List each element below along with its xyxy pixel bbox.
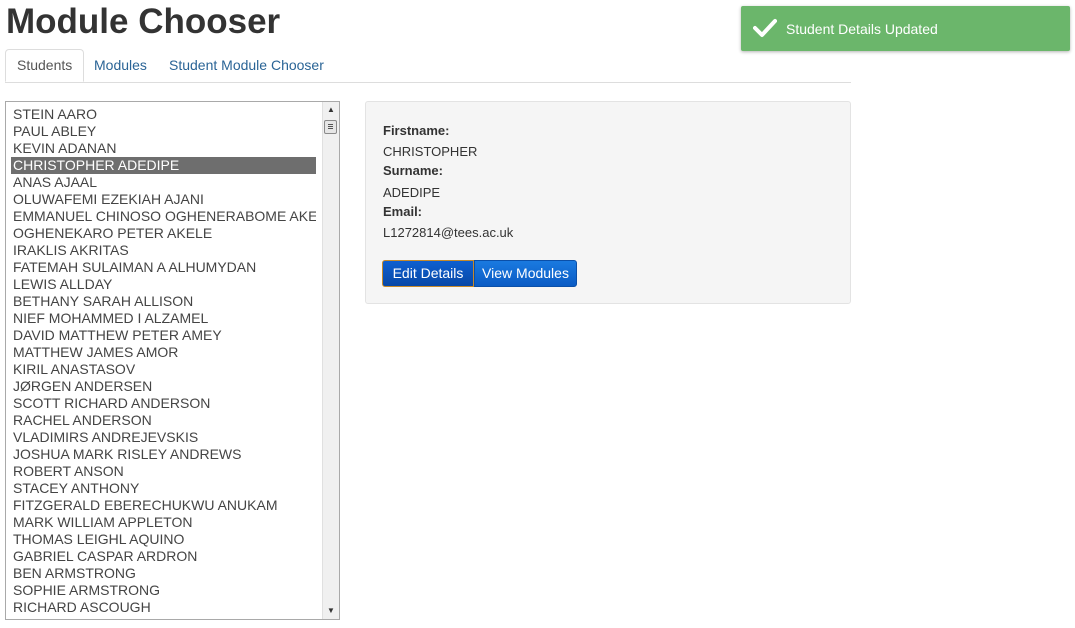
student-list-item[interactable]: NIEF MOHAMMED I ALZAMEL <box>11 310 316 327</box>
view-modules-button[interactable]: View Modules <box>474 260 577 287</box>
student-list-item[interactable]: STACEY ANTHONY <box>11 480 316 497</box>
student-list-item[interactable]: PAUL ABLEY <box>11 123 316 140</box>
student-list-item[interactable]: ANAS AJAAL <box>11 174 316 191</box>
tab-student-module-chooser[interactable]: Student Module Chooser <box>158 49 335 82</box>
check-icon <box>753 19 777 37</box>
student-list-item[interactable]: CHRISTOPHER ADEDIPE <box>11 157 316 174</box>
student-list-item[interactable]: MATTHEW JAMES AMOR <box>11 344 316 361</box>
firstname-label: Firstname: <box>383 123 450 138</box>
tab-modules[interactable]: Modules <box>83 49 158 82</box>
student-listbox[interactable]: STEIN AARO PAUL ABLEY KEVIN ADANAN CHRISTOP… <box>5 101 340 620</box>
page-title: Module Chooser <box>6 2 281 41</box>
email-value: L1272814@tees.ac.uk <box>383 225 514 240</box>
surname-label: Surname: <box>383 163 443 178</box>
student-list-item[interactable]: FITZGERALD EBERECHUKWU ANUKAM <box>11 497 316 514</box>
student-list-item[interactable]: FATEMAH SULAIMAN A ALHUMYDAN <box>11 259 316 276</box>
student-list-item[interactable]: MARK WILLIAM APPLETON <box>11 514 316 531</box>
tab-bar: Students Modules Student Module Chooser <box>5 49 851 83</box>
firstname-value: CHRISTOPHER <box>383 144 478 159</box>
student-list-item[interactable]: BEN ARMSTRONG <box>11 565 316 582</box>
student-list-item[interactable]: THOMAS LEIGHL AQUINO <box>11 531 316 548</box>
student-list-item[interactable]: STEIN AARO <box>11 106 316 123</box>
student-list-item[interactable]: RACHEL ANDERSON <box>11 412 316 429</box>
success-toast[interactable]: Student Details Updated <box>741 6 1070 51</box>
email-label: Email: <box>383 204 423 219</box>
student-list-item[interactable]: DAVID MATTHEW PETER AMEY <box>11 327 316 344</box>
student-details-panel: Firstname: CHRISTOPHER Surname: ADEDIPE … <box>365 101 851 304</box>
student-list-item[interactable]: OLUWAFEMI EZEKIAH AJANI <box>11 191 316 208</box>
student-list-item[interactable]: RICHARD ASCOUGH <box>11 599 316 616</box>
student-list-item[interactable]: SOPHIE ARMSTRONG <box>11 582 316 599</box>
scroll-thumb[interactable] <box>324 120 337 134</box>
scroll-down-arrow-icon[interactable]: ▼ <box>323 603 339 619</box>
tab-students[interactable]: Students <box>5 49 85 82</box>
student-list-item[interactable]: ROBERT ANSON <box>11 463 316 480</box>
surname-value: ADEDIPE <box>383 185 441 200</box>
scroll-up-arrow-icon[interactable]: ▲ <box>323 102 339 118</box>
student-list: STEIN AARO PAUL ABLEY KEVIN ADANAN CHRISTOP… <box>6 102 339 616</box>
student-list-item[interactable]: EMMANUEL CHINOSO OGHENERABOME AKELE <box>11 208 316 225</box>
student-list-item[interactable]: GABRIEL CASPAR ARDRON <box>11 548 316 565</box>
student-list-item[interactable]: LEWIS ALLDAY <box>11 276 316 293</box>
student-list-item[interactable]: IRAKLIS AKRITAS <box>11 242 316 259</box>
student-list-item[interactable]: JØRGEN ANDERSEN <box>11 378 316 395</box>
student-list-item[interactable]: OGHENEKARO PETER AKELE <box>11 225 316 242</box>
student-list-item[interactable]: JOSHUA MARK RISLEY ANDREWS <box>11 446 316 463</box>
student-list-item[interactable]: KIRIL ANASTASOV <box>11 361 316 378</box>
student-list-item[interactable]: SCOTT RICHARD ANDERSON <box>11 395 316 412</box>
student-list-item[interactable]: BETHANY SARAH ALLISON <box>11 293 316 310</box>
toast-message: Student Details Updated <box>786 21 938 37</box>
scrollbar[interactable]: ▲ ▼ <box>322 102 339 619</box>
student-list-item[interactable]: VLADIMIRS ANDREJEVSKIS <box>11 429 316 446</box>
student-list-item[interactable]: KEVIN ADANAN <box>11 140 316 157</box>
edit-details-button[interactable]: Edit Details <box>382 260 474 287</box>
